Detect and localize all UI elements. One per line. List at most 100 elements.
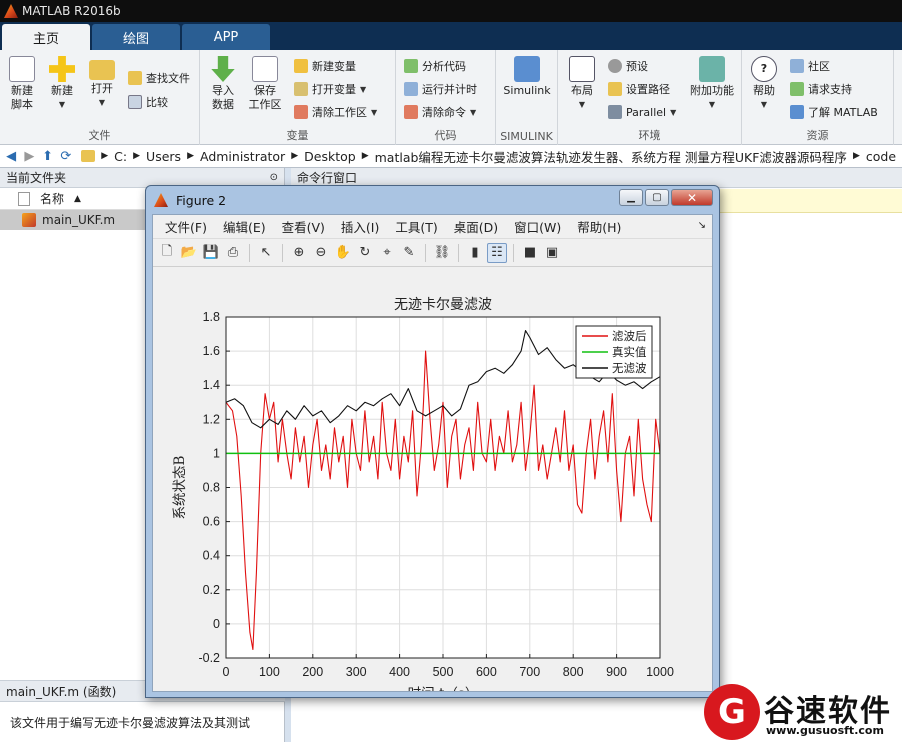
maximize-button[interactable]: ▢ (645, 189, 669, 206)
legend-icon[interactable]: ☷ (487, 242, 507, 263)
x-tick-label: 700 (519, 665, 540, 679)
address-bar[interactable]: ◀ ▶ ⬆ ⟳ ▶ C: ▶ Users ▶ Administrator ▶ Deskt… (0, 145, 902, 168)
community-button[interactable]: 社区 (790, 56, 830, 76)
request-support-button[interactable]: 请求支持 (790, 79, 852, 99)
zoom-in-icon[interactable]: ⊕ (289, 243, 309, 263)
menu-desktop[interactable]: 桌面(D) (446, 217, 506, 236)
menu-edit[interactable]: 编辑(E) (215, 217, 274, 236)
figure-title: Figure 2 (176, 192, 227, 208)
y-tick-label: 1.4 (203, 378, 220, 392)
save-workspace-button[interactable]: 保存 工作区 (245, 56, 285, 112)
open-variable-button[interactable]: 打开变量 ▼ (294, 79, 366, 99)
figure-menubar: 文件(F) 编辑(E) 查看(V) 插入(I) 工具(T) 桌面(D) 窗口(W… (153, 215, 712, 239)
open-button[interactable]: 打开 ▼ (82, 56, 122, 110)
y-tick-label: -0.2 (198, 651, 220, 665)
hide-plot-tools-icon[interactable]: ■ (520, 243, 540, 263)
analyze-code-button[interactable]: 分析代码 (404, 56, 466, 76)
help-button[interactable]: ? 帮助 ▼ (744, 56, 784, 112)
colorbar-icon[interactable]: ▮ (465, 243, 485, 263)
clear-workspace-button[interactable]: 清除工作区 ▼ (294, 102, 377, 122)
learn-matlab-icon (790, 105, 804, 119)
x-tick-label: 500 (433, 665, 454, 679)
matlab-figure-icon (154, 193, 168, 207)
import-data-button[interactable]: 导入 数据 (203, 56, 243, 112)
new-variable-button[interactable]: 新建变量 (294, 56, 356, 76)
find-files-button[interactable]: 查找文件 (128, 68, 190, 88)
ribbon-group-environment: 布局 ▼ 预设 设置路径 Parallel ▼ 附加功能 ▼ 环境 (558, 50, 742, 145)
ribbon-group-code: 分析代码 运行并计时 清除命令 ▼ 代码 (396, 50, 496, 145)
breadcrumb-item[interactable]: Desktop (298, 149, 362, 164)
back-arrow-icon[interactable]: ◀ (4, 148, 18, 164)
menu-tools[interactable]: 工具(T) (387, 217, 445, 236)
open-variable-icon (294, 82, 308, 96)
show-plot-tools-icon[interactable]: ▣ (542, 243, 562, 263)
breadcrumb-item[interactable]: matlab编程无迹卡尔曼滤波算法轨迹发生器、系统方程 测量方程UKF滤波器源码… (369, 147, 853, 166)
ukf-line-chart[interactable]: 0 100 200 300 400 500 600 700 800 900 1000-0.200.2… (153, 268, 712, 702)
menu-window[interactable]: 窗口(W) (506, 217, 569, 236)
community-icon (790, 59, 804, 73)
figure-window[interactable]: Figure 2 ▁ ▢ ✕ 文件(F) 编辑(E) 查看(V) 插入(I) 工… (145, 185, 720, 702)
link-plot-icon[interactable]: ⛓ (432, 243, 452, 263)
breadcrumb-item[interactable]: Users (140, 149, 187, 164)
file-icon (18, 191, 30, 206)
menu-help[interactable]: 帮助(H) (569, 217, 629, 236)
up-folder-icon[interactable]: ⬆ (41, 148, 55, 164)
preferences-button[interactable]: 预设 (608, 56, 648, 76)
sort-ascending-icon: ▲ (74, 193, 81, 204)
y-tick-label: 1 (213, 446, 220, 460)
compare-button[interactable]: 比较 (128, 92, 168, 112)
ribbon-group-label-file: 文件 (88, 129, 111, 142)
minimize-button[interactable]: ▁ (619, 189, 643, 206)
parallel-button[interactable]: Parallel ▼ (608, 102, 676, 122)
window-controls: ▁ ▢ ✕ (619, 189, 713, 206)
open-file-icon[interactable]: 📂 (179, 243, 199, 263)
menu-view[interactable]: 查看(V) (274, 217, 333, 236)
learn-matlab-button[interactable]: 了解 MATLAB (790, 102, 878, 122)
menu-file[interactable]: 文件(F) (157, 217, 215, 236)
clear-commands-button[interactable]: 清除命令 ▼ (404, 102, 476, 122)
addons-button[interactable]: 附加功能 ▼ (686, 56, 738, 112)
brush-icon[interactable]: ✎ (399, 243, 419, 263)
tab-home[interactable]: 主页 (2, 24, 90, 50)
x-tick-label: 200 (302, 665, 323, 679)
y-tick-label: 0 (213, 617, 220, 631)
ribbon: 新建 脚本 新建 ▼ 打开 ▼ 查找文件 比较 文件 导入 数据 保存 工作区 … (0, 50, 902, 145)
breadcrumb-item[interactable]: Administrator (194, 149, 291, 164)
tab-plots[interactable]: 绘图 (92, 24, 180, 50)
save-icon[interactable]: 💾 (201, 243, 221, 263)
zoom-out-icon[interactable]: ⊖ (311, 243, 331, 263)
browse-folder-icon[interactable]: ⟳ (59, 148, 73, 164)
rotate-3d-icon[interactable]: ↻ (355, 243, 375, 263)
edit-plot-arrow-icon[interactable]: ↖ (256, 243, 276, 263)
x-tick-label: 800 (563, 665, 584, 679)
breadcrumb-item[interactable]: code (860, 149, 902, 164)
set-path-button[interactable]: 设置路径 (608, 79, 670, 99)
ribbon-group-label-code: 代码 (434, 129, 457, 142)
data-cursor-icon[interactable]: ⌖ (377, 243, 397, 263)
tab-apps[interactable]: APP (182, 24, 270, 50)
y-tick-label: 0.4 (203, 549, 220, 563)
new-figure-icon[interactable]: 🗋 (157, 243, 177, 263)
dock-arrow-icon[interactable]: ↘ (698, 220, 706, 231)
details-description: 该文件用于编写无迹卡尔曼滤波算法及其测试 (10, 716, 251, 730)
y-tick-label: 0.2 (203, 583, 220, 597)
panel-menu-icon[interactable]: ⊙ (270, 172, 278, 183)
y-tick-label: 1.8 (203, 310, 220, 324)
addons-icon (699, 56, 725, 82)
clear-commands-icon (404, 105, 418, 119)
menu-insert[interactable]: 插入(I) (333, 217, 387, 236)
plus-icon (49, 56, 75, 82)
new-script-button[interactable]: 新建 脚本 (2, 56, 42, 112)
run-and-time-button[interactable]: 运行并计时 (404, 79, 477, 99)
new-button[interactable]: 新建 ▼ (42, 56, 82, 112)
simulink-button[interactable]: Simulink (500, 56, 554, 98)
gusu-logo-icon: G (704, 684, 760, 740)
forward-arrow-icon[interactable]: ▶ (22, 148, 36, 164)
layout-button[interactable]: 布局 ▼ (562, 56, 602, 112)
breadcrumb-item[interactable]: C: (108, 149, 133, 164)
print-icon[interactable]: ⎙ (223, 243, 243, 263)
matlab-function-file-icon (22, 213, 36, 227)
pan-hand-icon[interactable]: ✋ (333, 243, 353, 263)
close-button[interactable]: ✕ (671, 189, 713, 206)
analyze-code-icon (404, 59, 418, 73)
